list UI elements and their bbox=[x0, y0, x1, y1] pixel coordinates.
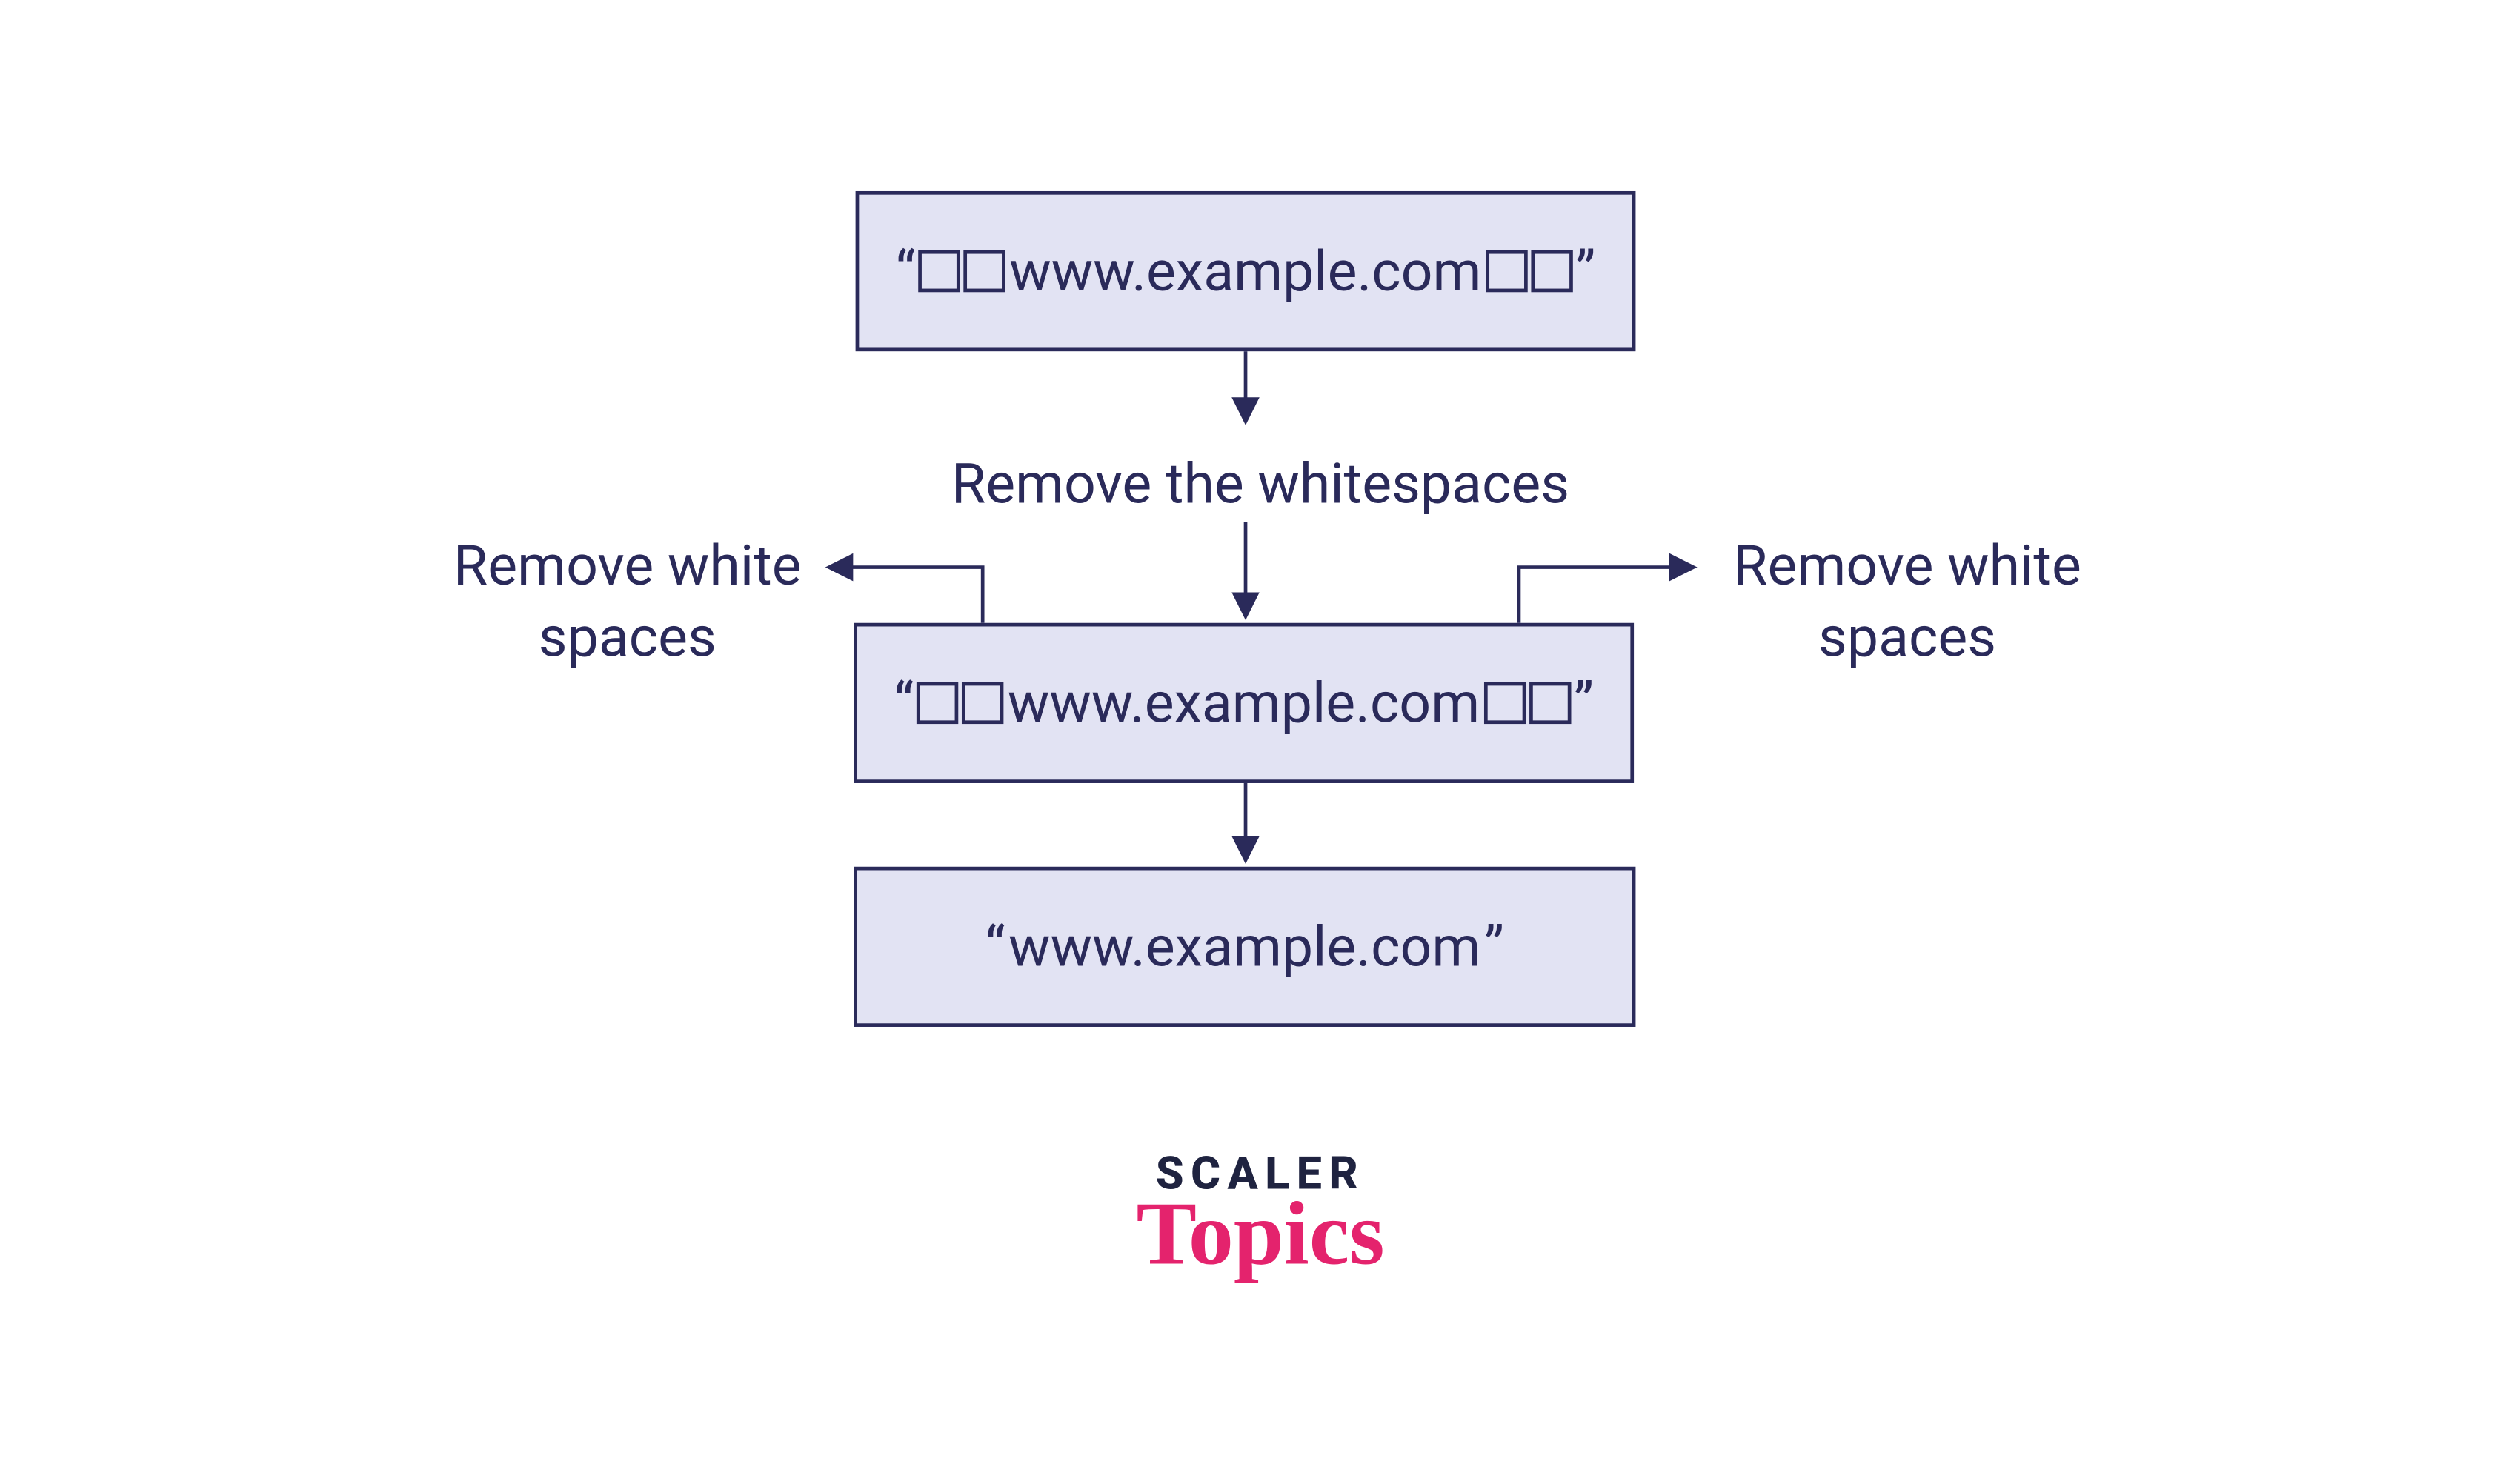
whitespace-icon bbox=[964, 250, 1005, 291]
input-string-text: “ www.example.com ” bbox=[895, 238, 1595, 304]
url-text: www.example.com bbox=[1007, 670, 1479, 736]
url-text: www.example.com bbox=[1008, 914, 1480, 979]
side-left-line2: spaces bbox=[538, 603, 716, 669]
middle-string-box: “ www.example.com ” bbox=[854, 622, 1634, 782]
side-label-right: Remove white spaces bbox=[1715, 530, 2098, 673]
side-right-line2: spaces bbox=[1818, 603, 1996, 669]
whitespace-icon bbox=[1483, 682, 1524, 723]
quote-close: ” bbox=[1575, 238, 1595, 304]
brand-logo: SCALER Topics bbox=[1136, 1148, 1384, 1286]
quote-open: “ bbox=[985, 914, 1005, 979]
whitespace-icon bbox=[919, 250, 960, 291]
url-text: www.example.com bbox=[1009, 238, 1481, 304]
logo-topics-text: Topics bbox=[1136, 1183, 1384, 1286]
quote-close: ” bbox=[1484, 914, 1504, 979]
output-string-text: “ www.example.com ” bbox=[985, 914, 1503, 979]
middle-string-text: “ www.example.com ” bbox=[894, 670, 1594, 736]
quote-close: ” bbox=[1574, 670, 1594, 736]
side-left-line1: Remove white bbox=[453, 532, 801, 598]
whitespace-icon bbox=[1485, 250, 1526, 291]
side-label-left: Remove white spaces bbox=[436, 530, 819, 673]
quote-open: “ bbox=[895, 238, 915, 304]
step-label: Remove the whitespaces bbox=[0, 450, 2519, 516]
input-string-box: “ www.example.com ” bbox=[855, 190, 1635, 350]
quote-open: “ bbox=[894, 670, 914, 736]
whitespace-icon bbox=[1530, 250, 1572, 291]
whitespace-icon bbox=[1528, 682, 1569, 723]
output-string-box: “ www.example.com ” bbox=[854, 866, 1635, 1026]
whitespace-icon bbox=[917, 682, 958, 723]
side-right-line1: Remove white bbox=[1733, 532, 2081, 598]
whitespace-icon bbox=[962, 682, 1003, 723]
